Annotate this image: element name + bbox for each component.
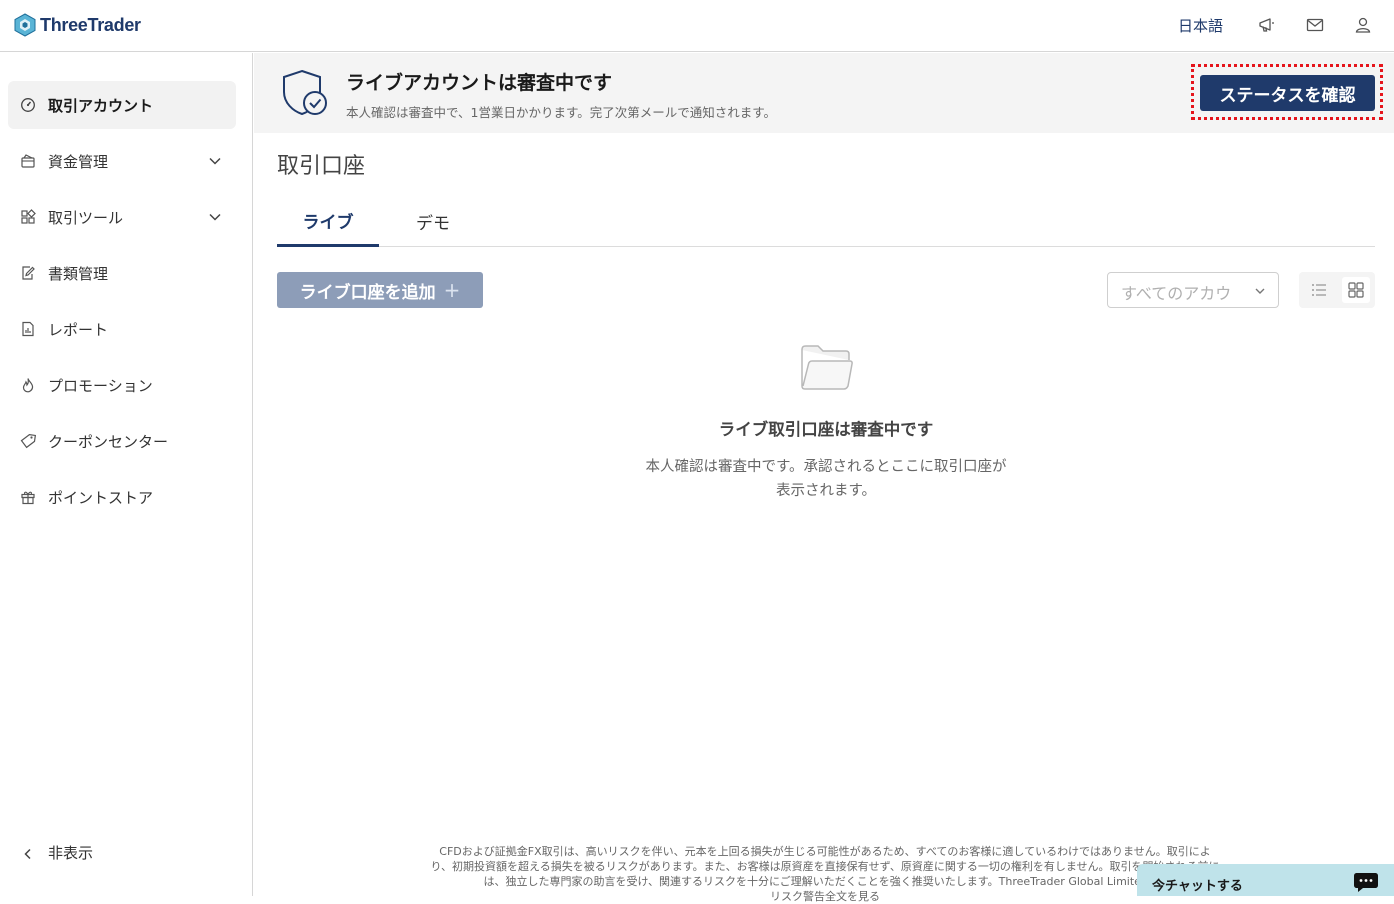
gift-icon: [21, 491, 35, 505]
empty-desc-line: 本人確認は審査中です。承認されるとここに取引口座が: [645, 459, 1007, 475]
tab-demo[interactable]: デモ: [393, 196, 473, 247]
page-title: 取引口座: [277, 154, 366, 179]
list-view-icon[interactable]: [1307, 278, 1331, 302]
disclaimer-line: は、独立した専門家の助言を受け、関連するリスクを十分にご理解いただくことを強く推…: [483, 875, 1167, 888]
account-filter-select[interactable]: すべてのアカウ: [1107, 272, 1279, 308]
tag-icon: [20, 434, 36, 449]
sidebar-item-label: クーポンセンター: [48, 432, 169, 451]
chat-bubble-icon: [1354, 873, 1378, 892]
chevron-down-icon[interactable]: [208, 210, 222, 224]
plus-icon: +: [443, 278, 461, 302]
brand-logo[interactable]: ThreeTrader: [14, 13, 141, 37]
sidebar-item-label: 書類管理: [48, 264, 109, 283]
sidebar-item-promotions[interactable]: プロモーション: [8, 361, 236, 409]
empty-state-title: ライブ取引口座は審査中です: [718, 420, 934, 439]
sidebar-item-label: レポート: [48, 320, 109, 339]
sidebar-item-label: 取引アカウント: [48, 96, 154, 115]
sidebar-item-point-store[interactable]: ポイントストア: [8, 473, 236, 521]
tab-live[interactable]: ライブ: [277, 196, 379, 247]
sidebar-item-label: プロモーション: [48, 376, 153, 395]
report-icon: [22, 321, 34, 337]
chat-widget[interactable]: 今チャットする: [1137, 864, 1394, 896]
cube-logo-icon: [14, 13, 36, 37]
add-live-account-label: ライブ口座を追加: [299, 282, 436, 303]
empty-folder-icon: [801, 345, 853, 390]
chevron-down-icon: [1255, 288, 1265, 294]
sidebar-item-label: ポイントストア: [48, 488, 154, 507]
banner-title: ライブアカウントは審査中です: [346, 72, 613, 94]
sidebar-item-funds[interactable]: 資金管理: [8, 137, 236, 185]
sidebar: 取引アカウント 資金管理 取引ツール 書類管理 レポート プロモーション クーポ…: [0, 53, 253, 896]
chevron-down-icon[interactable]: [208, 154, 222, 168]
account-filter-value: すべてのアカウ: [1121, 284, 1232, 303]
chat-label: 今チャットする: [1152, 879, 1243, 894]
sidebar-item-trading-accounts[interactable]: 取引アカウント: [8, 81, 236, 129]
sidebar-item-reports[interactable]: レポート: [8, 305, 236, 353]
language-selector[interactable]: 日本語: [1178, 15, 1223, 36]
check-status-button[interactable]: ステータスを確認: [1200, 75, 1375, 111]
wallet-icon: [21, 154, 35, 168]
top-header: ThreeTrader 日本語: [0, 0, 1394, 52]
sidebar-item-coupon-center[interactable]: クーポンセンター: [8, 417, 236, 465]
sidebar-item-label: 資金管理: [48, 152, 109, 171]
document-edit-icon: [22, 266, 35, 280]
empty-state-description: 本人確認は審査中です。承認されるとここに取引口座が 表示されます。: [616, 455, 1036, 503]
hide-label: 非表示: [48, 844, 94, 862]
grid-view-icon: [1348, 282, 1364, 298]
banner-subtitle: 本人確認は審査中で、1営業日かかります。完了次第メールで通知されます。: [346, 105, 776, 120]
shield-check-icon: [283, 69, 327, 116]
hide-sidebar-button[interactable]: 非表示: [8, 839, 236, 869]
account-tabs: ライブ デモ: [277, 196, 1375, 247]
view-toggle: [1299, 272, 1375, 308]
mail-icon[interactable]: [1305, 15, 1325, 35]
verification-banner: ライブアカウントは審査中です 本人確認は審査中で、1営業日かかります。完了次第メ…: [254, 53, 1394, 133]
grid-view-button[interactable]: [1342, 277, 1370, 303]
risk-warning-link[interactable]: リスク警告全文を見る: [390, 889, 1260, 904]
sidebar-item-trading-tools[interactable]: 取引ツール: [8, 193, 236, 241]
flame-icon: [22, 378, 34, 393]
disclaimer-line: CFDおよび証拠金FX取引は、高いリスクを伴い、元本を上回る損失が生じる可能性が…: [439, 845, 1211, 858]
disclaimer-line: り、初期投資額を超える損失を被るリスクがあります。また、お客様は原資産を直接保有…: [430, 860, 1220, 873]
apps-icon: [21, 209, 36, 224]
chevron-left-icon: [24, 848, 31, 860]
user-icon[interactable]: [1353, 15, 1373, 35]
brand-name: ThreeTrader: [40, 14, 141, 35]
gauge-icon: [21, 98, 35, 112]
sidebar-item-label: 取引ツール: [48, 208, 124, 227]
add-live-account-button[interactable]: ライブ口座を追加 +: [277, 272, 483, 308]
sidebar-item-documents[interactable]: 書類管理: [8, 249, 236, 297]
risk-disclaimer: CFDおよび証拠金FX取引は、高いリスクを伴い、元本を上回る損失が生じる可能性が…: [390, 844, 1260, 904]
empty-desc-line: 表示されます。: [775, 483, 877, 499]
megaphone-icon[interactable]: [1257, 15, 1277, 35]
